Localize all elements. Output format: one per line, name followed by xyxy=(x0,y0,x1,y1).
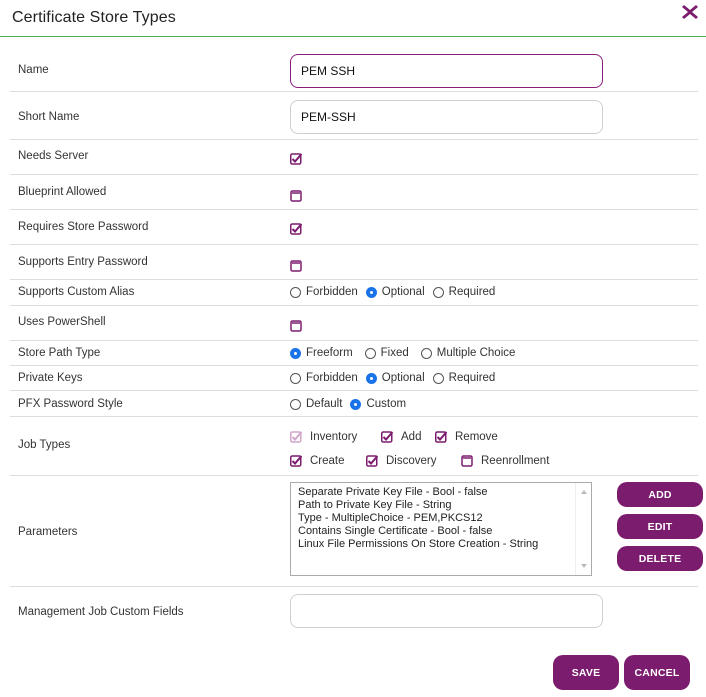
requires-store-password-label: Requires Store Password xyxy=(18,221,149,233)
blueprint-allowed-checkbox[interactable] xyxy=(290,190,302,202)
keys-optional-radio[interactable] xyxy=(365,372,377,384)
cancel-button[interactable]: CANCEL xyxy=(624,655,690,690)
row-private-keys: Private Keys Forbidden Optional Required xyxy=(10,366,698,391)
parameters-scrollbar[interactable] xyxy=(575,483,591,575)
job-type-remove[interactable]: Remove xyxy=(435,431,498,443)
row-job-types: Job Types Inventory Add Remove Create Di… xyxy=(10,417,698,476)
pfx-password-style-radio-group: Default Custom xyxy=(290,398,414,410)
add-checkbox[interactable] xyxy=(381,431,393,443)
path-freeform-radio[interactable] xyxy=(290,347,301,359)
path-fixed-radio[interactable] xyxy=(364,347,376,359)
row-blueprint-allowed: Blueprint Allowed xyxy=(10,175,698,210)
job-type-reenrollment[interactable]: Reenrollment xyxy=(461,455,549,467)
scroll-down-arrow-icon[interactable] xyxy=(576,561,592,571)
supports-entry-password-label: Supports Entry Password xyxy=(18,256,148,268)
supports-custom-alias-label: Supports Custom Alias xyxy=(18,286,135,298)
keys-optional-label: Optional xyxy=(381,372,425,384)
private-keys-label: Private Keys xyxy=(18,372,83,384)
row-uses-powershell: Uses PowerShell xyxy=(10,306,698,341)
delete-parameter-button[interactable]: DELETE xyxy=(617,546,703,571)
row-parameters: Parameters Separate Private Key File - B… xyxy=(10,476,703,587)
dialog-title: Certificate Store Types xyxy=(12,9,176,26)
parameters-listbox[interactable]: Separate Private Key File - Bool - false… xyxy=(290,482,592,576)
job-type-discovery[interactable]: Discovery xyxy=(366,455,436,467)
name-label: Name xyxy=(18,64,49,76)
keys-forbidden-label: Forbidden xyxy=(306,372,358,384)
private-keys-radio-group: Forbidden Optional Required xyxy=(290,372,503,384)
remove-checkbox[interactable] xyxy=(435,431,447,443)
edit-parameter-button[interactable]: EDIT xyxy=(617,514,703,539)
row-needs-server: Needs Server xyxy=(10,140,698,175)
path-fixed-label: Fixed xyxy=(380,347,409,359)
job-type-create[interactable]: Create xyxy=(290,455,345,467)
pfx-password-style-label: PFX Password Style xyxy=(18,398,123,410)
keys-required-label: Required xyxy=(448,372,496,384)
pfx-custom-radio[interactable] xyxy=(350,398,362,410)
reenrollment-label: Reenrollment xyxy=(481,455,550,467)
row-supports-custom-alias: Supports Custom Alias Forbidden Optional… xyxy=(10,280,698,306)
row-management-job-custom-fields: Management Job Custom Fields xyxy=(10,587,698,633)
supports-entry-password-checkbox[interactable] xyxy=(290,260,302,272)
path-multiple-choice-label: Multiple Choice xyxy=(436,347,516,359)
store-path-type-radio-group: Freeform Fixed Multiple Choice xyxy=(290,347,523,359)
parameter-item[interactable]: Type - MultipleChoice - PEM,PKCS12 xyxy=(291,512,591,525)
job-type-inventory[interactable]: Inventory xyxy=(290,431,357,443)
uses-powershell-label: Uses PowerShell xyxy=(18,316,106,328)
management-job-custom-fields-input[interactable] xyxy=(290,594,603,628)
row-pfx-password-style: PFX Password Style Default Custom xyxy=(10,391,698,417)
add-label: Add xyxy=(401,431,422,443)
needs-server-label: Needs Server xyxy=(18,150,89,162)
path-multiple-choice-radio[interactable] xyxy=(420,347,432,359)
discovery-label: Discovery xyxy=(386,455,437,467)
remove-label: Remove xyxy=(455,431,498,443)
scroll-up-arrow-icon[interactable] xyxy=(576,487,592,497)
alias-forbidden-radio[interactable] xyxy=(290,286,301,298)
name-input[interactable] xyxy=(290,54,603,88)
row-requires-store-password: Requires Store Password xyxy=(10,210,698,245)
parameter-item[interactable]: Linux File Permissions On Store Creation… xyxy=(291,538,591,551)
needs-server-checkbox[interactable] xyxy=(290,153,302,165)
save-button[interactable]: SAVE xyxy=(553,655,619,690)
short-name-label: Short Name xyxy=(18,111,80,123)
management-job-custom-fields-label: Management Job Custom Fields xyxy=(18,606,184,618)
job-type-add[interactable]: Add xyxy=(381,431,421,443)
alias-optional-radio[interactable] xyxy=(365,286,377,298)
pfx-default-radio[interactable] xyxy=(290,398,301,410)
row-store-path-type: Store Path Type Freeform Fixed Multiple … xyxy=(10,341,698,366)
close-x-icon[interactable] xyxy=(680,2,700,22)
alias-required-radio[interactable] xyxy=(432,286,444,298)
parameter-item[interactable]: Contains Single Certificate - Bool - fal… xyxy=(291,525,591,538)
inventory-label: Inventory xyxy=(310,431,358,443)
row-short-name: Short Name xyxy=(10,92,698,140)
inventory-checkbox[interactable] xyxy=(290,431,302,443)
path-freeform-label: Freeform xyxy=(306,347,353,359)
supports-custom-alias-radio-group: Forbidden Optional Required xyxy=(290,286,503,298)
job-types-label: Job Types xyxy=(18,439,71,451)
short-name-input[interactable] xyxy=(290,100,603,134)
keys-required-radio[interactable] xyxy=(432,372,444,384)
create-label: Create xyxy=(310,455,345,467)
alias-forbidden-label: Forbidden xyxy=(306,286,358,298)
add-parameter-button[interactable]: ADD xyxy=(617,482,703,507)
requires-store-password-checkbox[interactable] xyxy=(290,223,302,235)
pfx-default-label: Default xyxy=(306,398,343,410)
discovery-checkbox[interactable] xyxy=(366,455,378,467)
uses-powershell-checkbox[interactable] xyxy=(290,320,302,332)
row-name: Name xyxy=(10,50,698,92)
keys-forbidden-radio[interactable] xyxy=(290,372,301,384)
parameter-item[interactable]: Separate Private Key File - Bool - false xyxy=(291,486,591,499)
store-path-type-label: Store Path Type xyxy=(18,347,101,359)
pfx-custom-label: Custom xyxy=(366,398,407,410)
create-checkbox[interactable] xyxy=(290,455,302,467)
alias-required-label: Required xyxy=(448,286,496,298)
row-supports-entry-password: Supports Entry Password xyxy=(10,245,698,280)
reenrollment-checkbox[interactable] xyxy=(461,455,473,467)
alias-optional-label: Optional xyxy=(381,286,425,298)
parameter-item[interactable]: Path to Private Key File - String xyxy=(291,499,591,512)
blueprint-allowed-label: Blueprint Allowed xyxy=(18,186,107,198)
dialog-header: Certificate Store Types xyxy=(0,0,706,37)
parameters-label: Parameters xyxy=(18,526,78,538)
